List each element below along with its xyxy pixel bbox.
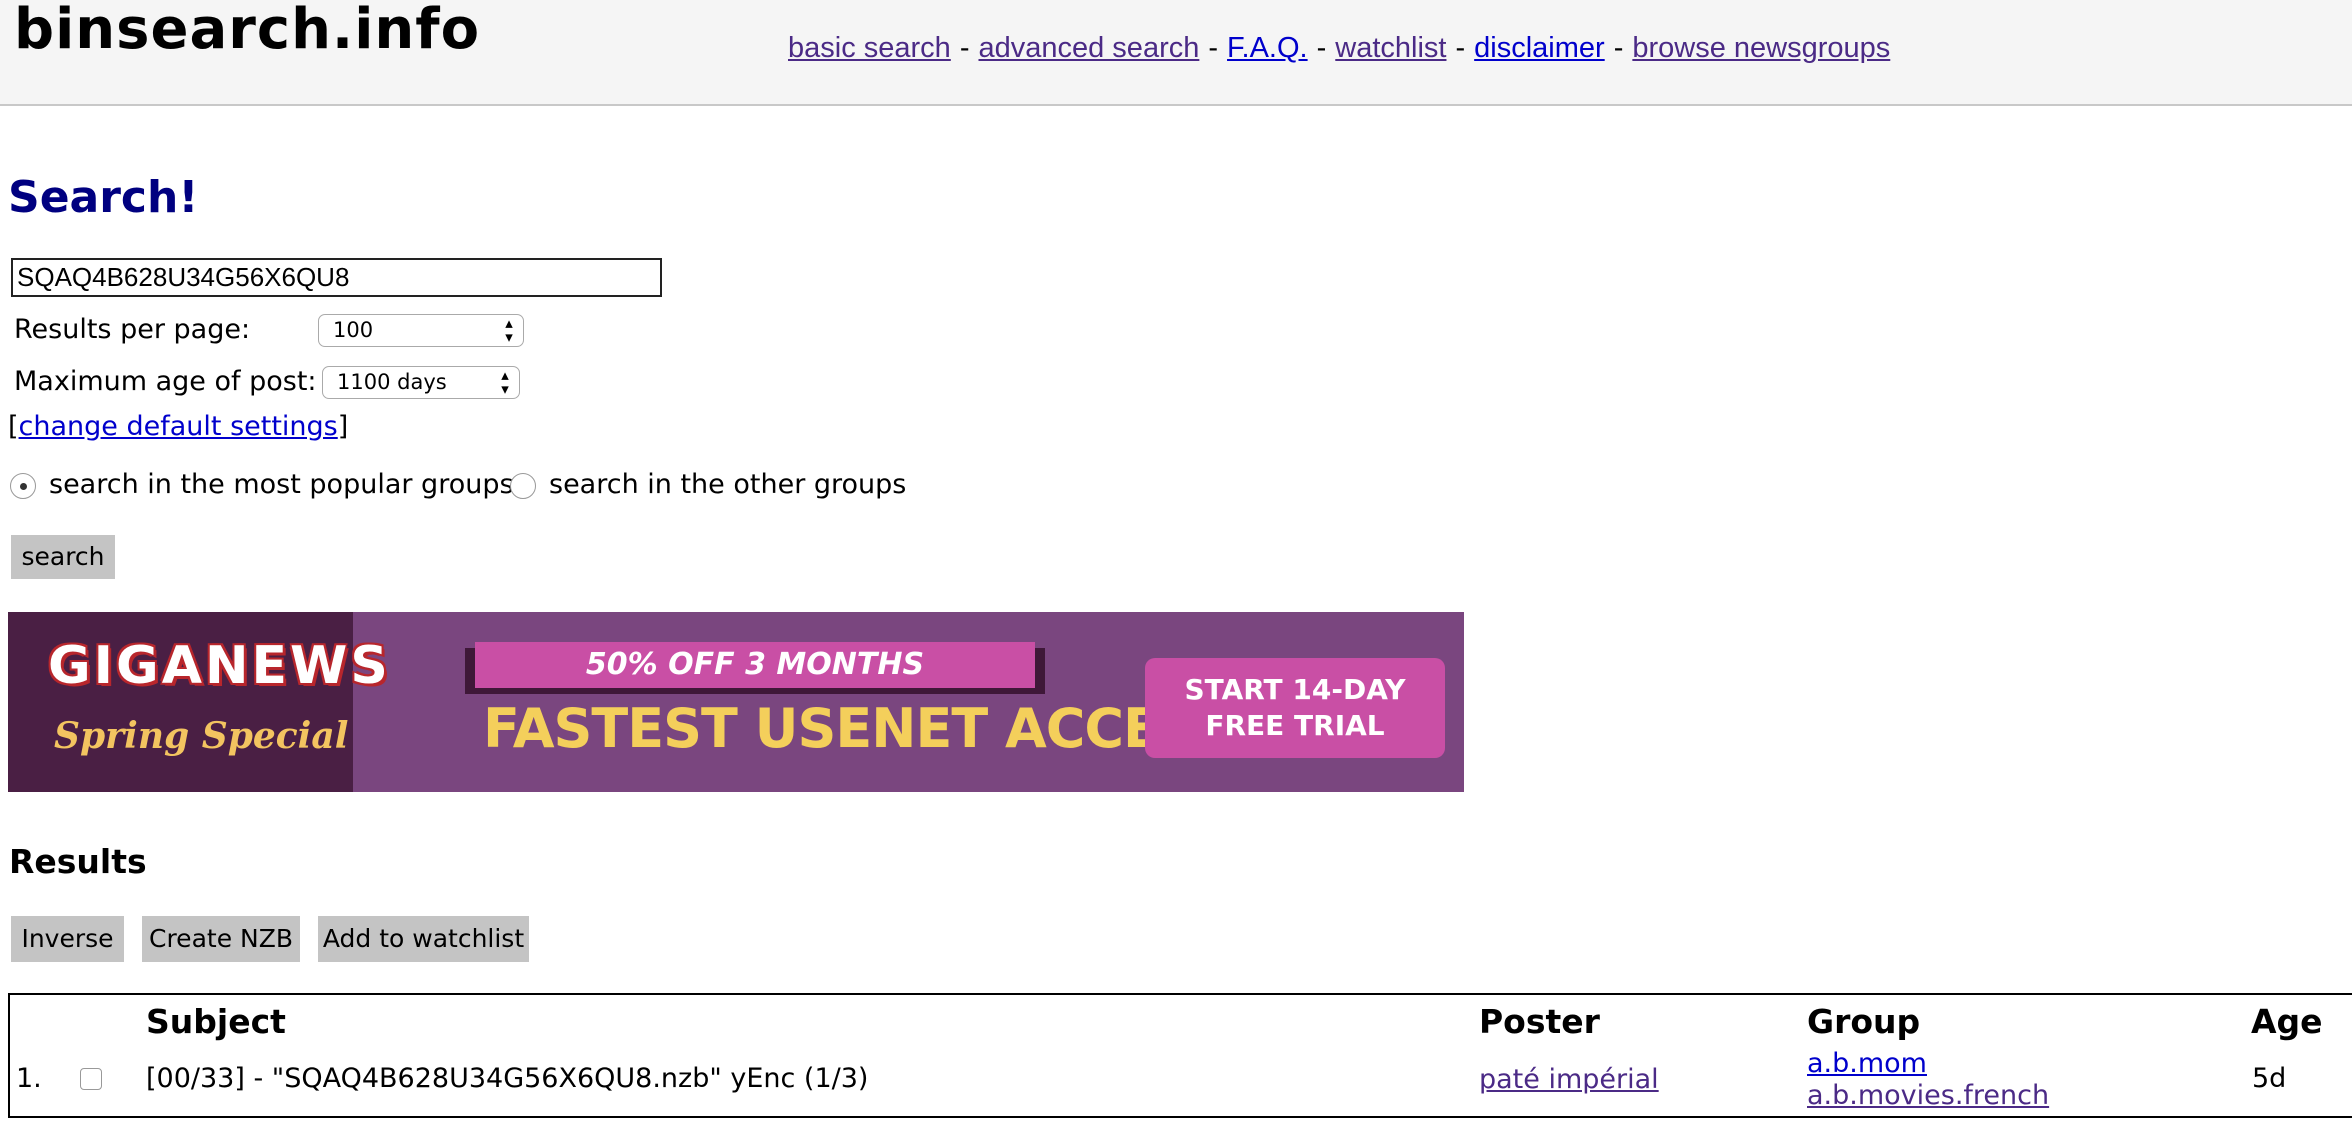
banner-cta-line1: START 14-DAY bbox=[1184, 673, 1406, 706]
nav-separator: - bbox=[959, 32, 970, 64]
row-age: 5d bbox=[2252, 1063, 2287, 1094]
giganews-ad-banner[interactable]: GIGANEWS Spring Special 50% OFF 3 MONTHS… bbox=[8, 612, 1464, 792]
select-updown-icon: ▴ ▾ bbox=[501, 366, 509, 398]
banner-brand: GIGANEWS bbox=[48, 636, 391, 696]
row-group-2: a.b.movies.french bbox=[1807, 1079, 2049, 1113]
nav-watchlist-link[interactable]: watchlist bbox=[1335, 32, 1446, 64]
banner-cta-line2: FREE TRIAL bbox=[1205, 709, 1385, 742]
banner-tagline: Spring Special bbox=[54, 715, 349, 757]
row-select-checkbox[interactable] bbox=[80, 1068, 102, 1090]
results-per-page-label: Results per page: bbox=[14, 314, 251, 345]
max-age-value: 1100 days bbox=[337, 370, 447, 394]
change-settings-line: [change default settings] bbox=[8, 410, 348, 444]
radio-other-groups[interactable] bbox=[510, 473, 536, 499]
nav-separator: - bbox=[1455, 32, 1466, 64]
results-title: Results bbox=[9, 842, 147, 881]
nav-basic-search-link[interactable]: basic search bbox=[788, 32, 951, 64]
row-poster: paté impérial bbox=[1479, 1063, 1659, 1097]
bracket-open: [ bbox=[8, 411, 19, 442]
results-per-page-value: 100 bbox=[333, 318, 374, 342]
nav-separator: - bbox=[1316, 32, 1327, 64]
inverse-button[interactable]: Inverse bbox=[11, 916, 124, 962]
search-title: Search! bbox=[8, 172, 199, 223]
results-per-page-select[interactable]: 100 ▴ ▾ bbox=[318, 314, 524, 347]
radio-popular-groups-label[interactable]: search in the most popular groups bbox=[49, 468, 514, 502]
row-subject: [00/33] - "SQAQ4B628U34G56X6QU8.nzb" yEn… bbox=[146, 1063, 869, 1094]
site-header: binsearch.info basic search - advanced sea… bbox=[0, 0, 2352, 106]
column-header-age: Age bbox=[2251, 1002, 2323, 1041]
top-nav: basic search - advanced search - F.A.Q. - watc… bbox=[788, 28, 1890, 68]
nav-separator: - bbox=[1208, 32, 1219, 64]
row-group-link[interactable]: a.b.movies.french bbox=[1807, 1080, 2049, 1111]
row-poster-link[interactable]: paté impérial bbox=[1479, 1064, 1659, 1095]
search-button[interactable]: search bbox=[11, 535, 115, 579]
create-nzb-button[interactable]: Create NZB bbox=[142, 916, 300, 962]
row-group-link[interactable]: a.b.mom bbox=[1807, 1048, 1927, 1079]
radio-other-groups-label[interactable]: search in the other groups bbox=[549, 468, 906, 502]
banner-offer: 50% OFF 3 MONTHS bbox=[475, 642, 1035, 688]
bracket-close: ] bbox=[337, 411, 349, 442]
max-age-label: Maximum age of post: bbox=[14, 366, 317, 397]
nav-faq-link[interactable]: F.A.Q. bbox=[1227, 32, 1308, 64]
nav-browse-newsgroups-link[interactable]: browse newsgroups bbox=[1632, 32, 1890, 64]
nav-separator: - bbox=[1613, 32, 1624, 64]
add-to-watchlist-button[interactable]: Add to watchlist bbox=[318, 916, 529, 962]
row-group-1: a.b.mom bbox=[1807, 1047, 1927, 1081]
nav-advanced-search-link[interactable]: advanced search bbox=[978, 32, 1199, 64]
banner-headline: FASTEST USENET ACCESS bbox=[483, 697, 1233, 760]
column-header-group: Group bbox=[1807, 1002, 1921, 1041]
nav-disclaimer-link[interactable]: disclaimer bbox=[1474, 32, 1605, 64]
site-logo[interactable]: binsearch.info bbox=[14, 0, 480, 62]
banner-cta-button[interactable]: START 14-DAY FREE TRIAL bbox=[1145, 658, 1445, 758]
max-age-select[interactable]: 1100 days ▴ ▾ bbox=[322, 366, 520, 399]
column-header-subject: Subject bbox=[146, 1002, 286, 1041]
radio-popular-groups[interactable] bbox=[10, 473, 36, 499]
select-updown-icon: ▴ ▾ bbox=[505, 314, 513, 346]
banner-brand-panel: GIGANEWS Spring Special bbox=[8, 612, 388, 792]
column-header-poster: Poster bbox=[1479, 1002, 1600, 1041]
search-query-input[interactable] bbox=[11, 258, 662, 297]
change-default-settings-link[interactable]: change default settings bbox=[19, 411, 338, 442]
row-index: 1. bbox=[16, 1063, 42, 1094]
